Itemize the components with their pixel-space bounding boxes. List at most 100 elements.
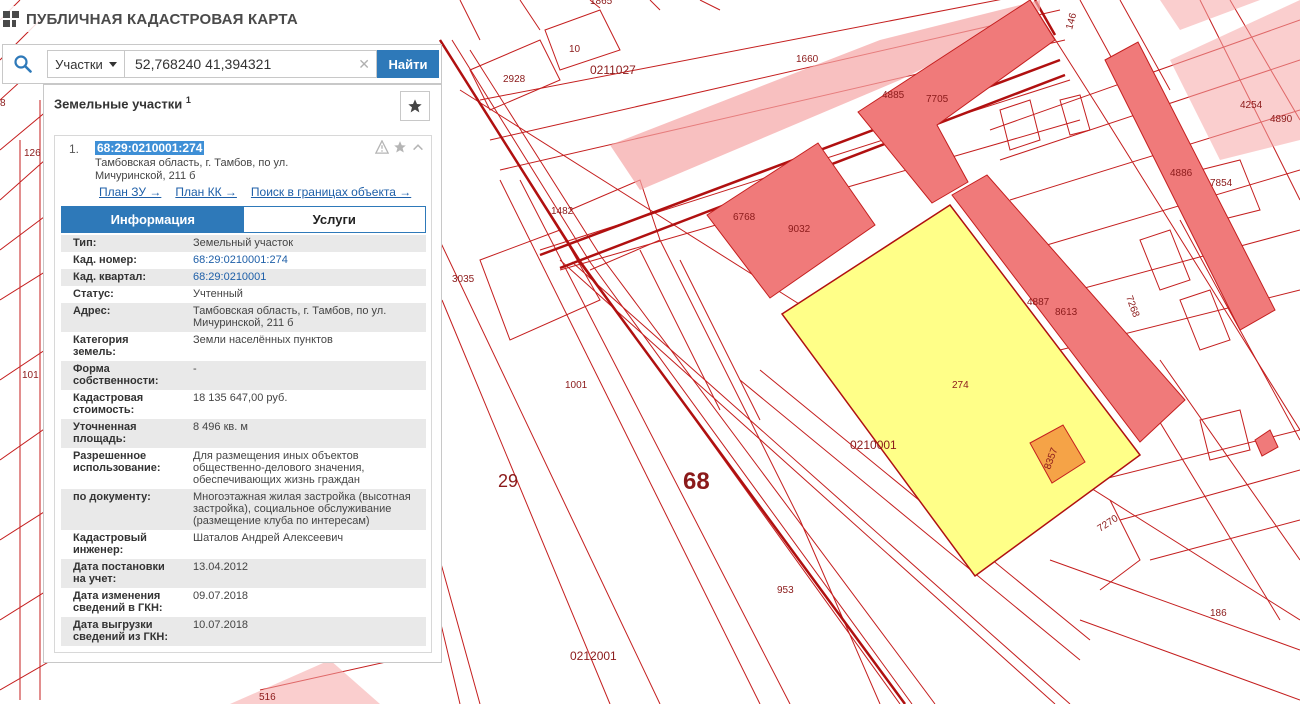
panel-title: Земельные участки 1 xyxy=(54,95,191,111)
table-row: Уточненная площадь: 8 496 кв. м xyxy=(61,419,426,448)
map-label-1001: 1001 xyxy=(565,380,588,391)
table-row: Кадастровая стоимость: 18 135 647,00 руб… xyxy=(61,390,426,419)
info-value: 18 135 647,00 руб. xyxy=(193,392,288,404)
tab-services[interactable]: Услуги xyxy=(243,207,425,232)
map-label-7854: 7854 xyxy=(1210,178,1233,189)
map-label-6768: 6768 xyxy=(733,212,756,223)
panel-header: Земельные участки 1 xyxy=(44,85,441,131)
info-value: Земельный участок xyxy=(193,237,294,249)
info-value: Шаталов Андрей Алексеевич xyxy=(193,532,344,544)
map-label-101: 101 xyxy=(22,370,39,381)
table-row: Статус: Учтенный xyxy=(61,286,426,303)
map-label-0210001: 0210001 xyxy=(850,438,897,452)
map-label-1660: 1660 xyxy=(796,54,819,65)
result-cadastral-number[interactable]: 68:29:0210001:274 xyxy=(95,141,205,155)
info-key: Кадастровая стоимость: xyxy=(73,392,144,416)
cadastral-number-link[interactable]: 68:29:0210001:274 xyxy=(193,254,288,266)
info-value: Учтенный xyxy=(193,288,243,300)
table-row: Кадастровый инженер: Шаталов Андрей Алек… xyxy=(61,530,426,559)
info-key: Тип: xyxy=(73,237,97,249)
info-value: 68:29:0210001 xyxy=(181,269,426,286)
search-input[interactable] xyxy=(125,51,376,77)
find-button[interactable]: Найти xyxy=(377,50,439,78)
result-address: Тамбовская область, г. Тамбов, по ул. Ми… xyxy=(95,157,289,182)
info-key: Статус: xyxy=(73,288,114,300)
info-value: 13.04.2012 xyxy=(193,561,249,573)
map-label-3035: 3035 xyxy=(452,274,475,285)
search-type-dropdown[interactable]: Участки xyxy=(47,50,125,78)
cadastral-quarter-link[interactable]: 68:29:0210001 xyxy=(193,271,266,283)
search-icon[interactable] xyxy=(3,45,43,83)
info-key: Кадастровый инженер: xyxy=(73,532,147,556)
chevron-down-icon xyxy=(108,61,117,67)
info-value: Тамбовская область, г. Тамбов, по ул. Ми… xyxy=(193,305,387,329)
map-label-10: 10 xyxy=(569,44,581,55)
panel-title-text: Земельные участки xyxy=(54,96,183,112)
table-row: Разрешенное использование: Для размещени… xyxy=(61,448,426,489)
map-label-29: 29 xyxy=(498,471,518,491)
map-label-0211027: 0211027 xyxy=(590,63,636,77)
table-row: Кад. квартал: 68:29:0210001 xyxy=(61,269,426,286)
map-label-7705: 7705 xyxy=(926,94,949,105)
info-value: Многоэтажная жилая застройка (высотная з… xyxy=(193,491,411,527)
info-value: Земли населённых пунктов xyxy=(193,334,333,346)
info-key: Кад. номер: xyxy=(73,254,137,266)
info-key: Разрешенное использование: xyxy=(73,450,161,474)
star-icon[interactable] xyxy=(393,140,407,154)
table-row: Адрес: Тамбовская область, г. Тамбов, по… xyxy=(61,303,426,332)
info-value: - xyxy=(193,363,197,375)
map-label-2928: 2928 xyxy=(503,74,526,85)
chevron-up-icon[interactable] xyxy=(411,140,425,154)
info-value: 10.07.2018 xyxy=(193,619,249,631)
link-search-within-bounds[interactable]: Поиск в границах объекта → xyxy=(251,185,411,199)
info-key: Дата изменения сведений в ГКН: xyxy=(73,590,163,614)
map-label-4254: 4254 xyxy=(1240,100,1263,111)
result-count: 1 xyxy=(185,95,191,105)
map-label-4887: 4887 xyxy=(1027,297,1050,308)
info-value: 09.07.2018 xyxy=(193,590,249,602)
result-tools xyxy=(375,140,425,154)
map-label-4890: 4890 xyxy=(1270,114,1293,125)
info-key: по документу: xyxy=(73,491,151,503)
search-input-wrapper: ✕ xyxy=(125,50,377,78)
table-row: Тип: Земельный участок xyxy=(61,235,426,252)
star-icon xyxy=(408,99,422,113)
result-links: План ЗУ → План КК → Поиск в границах объ… xyxy=(99,185,411,199)
map-label-953: 953 xyxy=(777,585,794,596)
tab-information[interactable]: Информация xyxy=(62,207,244,232)
table-row: Кад. номер: 68:29:0210001:274 xyxy=(61,252,426,269)
table-row: по документу: Многоэтажная жилая застрой… xyxy=(61,489,426,530)
info-value: Для размещения иных объектов общественно… xyxy=(193,450,365,486)
warning-icon[interactable] xyxy=(375,140,389,154)
map-label-126: 126 xyxy=(24,148,41,159)
map-label-1482: 1482 xyxy=(551,206,574,217)
result-card: 1. 68:29:0210001:274 Тамбовская область,… xyxy=(54,135,432,653)
results-panel: Земельные участки 1 1. 68:29:0210001:274 xyxy=(43,84,442,663)
table-row: Форма собственности: - xyxy=(61,361,426,390)
info-key: Уточненная площадь: xyxy=(73,421,137,445)
link-parcel-plan[interactable]: План ЗУ → xyxy=(99,185,161,199)
link-quarter-plan[interactable]: План КК → xyxy=(175,185,237,199)
app-header: ПУБЛИЧНАЯ КАДАСТРОВАЯ КАРТА xyxy=(0,6,304,32)
search-bar: Участки ✕ Найти xyxy=(2,44,442,84)
map-label-186: 186 xyxy=(1210,608,1227,619)
table-row: Категория земель: Земли населённых пункт… xyxy=(61,332,426,361)
result-index: 1. xyxy=(69,142,80,156)
info-key: Дата постановки на учет: xyxy=(73,561,165,585)
info-table: Тип: Земельный участок Кад. номер: 68:29… xyxy=(61,235,426,646)
info-key: Форма собственности: xyxy=(73,363,159,387)
search-type-label: Участки xyxy=(55,56,103,72)
map-label-1865: 1865 xyxy=(590,0,613,7)
clear-icon[interactable]: ✕ xyxy=(358,56,370,73)
map-label-4885: 4885 xyxy=(882,90,905,101)
map-label-274: 274 xyxy=(952,380,969,391)
favorite-button[interactable] xyxy=(400,91,430,121)
info-tabs: Информация Услуги xyxy=(61,206,426,233)
map-label-68: 68 xyxy=(683,468,710,495)
table-row: Дата постановки на учет: 13.04.2012 xyxy=(61,559,426,588)
info-key: Дата выгрузки сведений из ГКН: xyxy=(73,619,169,643)
app-title: ПУБЛИЧНАЯ КАДАСТРОВАЯ КАРТА xyxy=(26,10,298,28)
info-key: Кад. квартал: xyxy=(73,271,147,283)
info-value: 68:29:0210001:274 xyxy=(181,252,426,269)
map-label-516: 516 xyxy=(259,692,276,703)
